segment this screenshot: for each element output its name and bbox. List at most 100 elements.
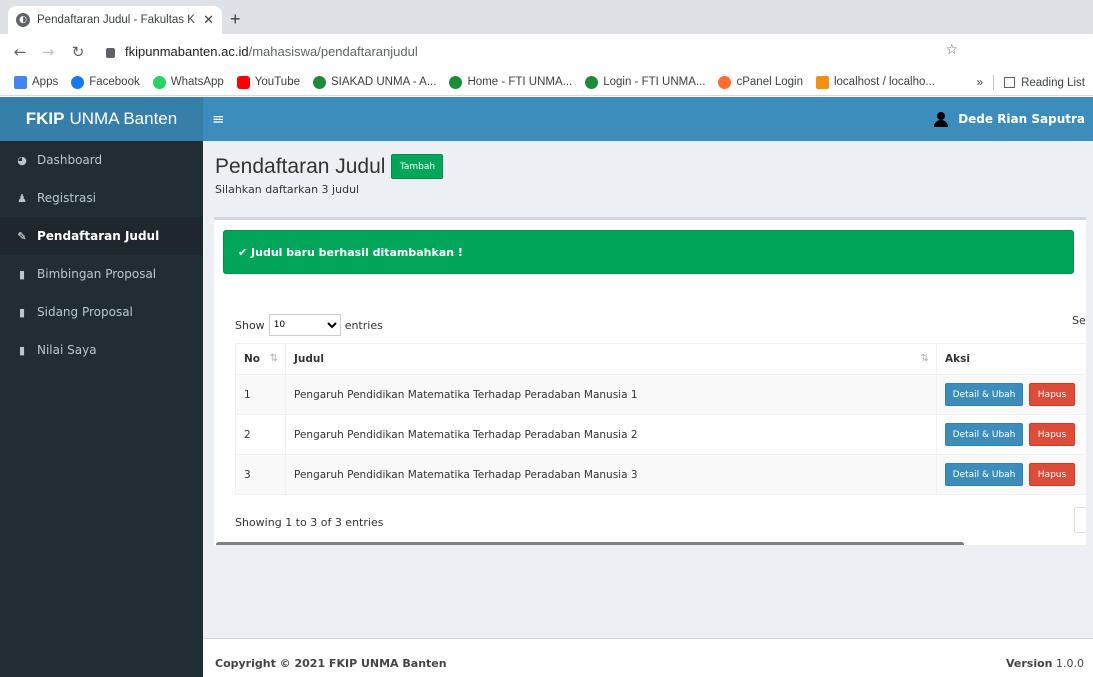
sidebar-item-registrasi[interactable]: ♟ Registrasi [0,179,203,217]
pagination[interactable] [1074,507,1086,533]
sort-icon: ⇅ [920,353,929,364]
cell-judul: Pengaruh Pendidikan Matematika Terhadap … [285,454,937,495]
cell-judul: Pengaruh Pendidikan Matematika Terhadap … [285,374,937,415]
youtube-icon [236,75,250,89]
detail-edit-button[interactable]: Detail & Ubah [945,383,1023,406]
delete-button[interactable]: Hapus [1029,383,1075,406]
close-icon[interactable]: ✕ [203,13,214,28]
lock-icon [106,47,115,58]
show-label: Show [235,318,265,332]
success-alert: ✔ Judul baru berhasil ditambahkan ! [223,230,1074,274]
dashboard-icon: ◕ [17,153,27,167]
sidebar-item-bimbingan-proposal[interactable]: ▮ Bimbingan Proposal [0,255,203,293]
address-bar[interactable]: fkipunmabanten.ac.id/mahasiswa/pendaftar… [100,39,962,64]
bookmark-fti-login[interactable]: Login - FTI UNMA... [585,75,705,89]
version-text: Version 1.0.0 [1005,657,1084,670]
bookmark-youtube[interactable]: YouTube [236,75,300,89]
content-box: ✔ Judul baru berhasil ditambahkan ! Show… [214,217,1086,545]
column-header-judul[interactable]: Judul ⇅ [285,343,937,375]
sort-asc-icon: ⇅ [269,353,278,364]
cell-no: 2 [235,414,286,455]
back-icon[interactable]: ← [8,43,32,61]
cell-aksi: Detail & Ubah Hapus [936,374,1086,415]
unma-logo-icon [449,75,463,89]
browser-tab[interactable]: ◐ Pendaftaran Judul - Fakultas K ✕ [8,6,222,34]
file-icon: ▮ [18,343,26,357]
judul-table: No ⇅ Judul ⇅ Aksi 1 Pengaruh Pendidikan Ma… [235,343,1086,495]
main-content: Pendaftaran Judul Tambah Silahkan daftar… [203,141,1093,638]
sidebar-item-nilai-saya[interactable]: ▮ Nilai Saya [0,331,203,369]
edit-icon: ✎ [17,229,27,243]
menu-toggle-icon[interactable]: ≡ [212,110,225,128]
table-row: 1 Pengaruh Pendidikan Matematika Terhada… [235,374,1086,415]
bookmark-localhost[interactable]: localhost / localho... [815,75,935,89]
cell-aksi: Detail & Ubah Hapus [936,414,1086,455]
apps-grid-icon [14,75,27,89]
bookmark-cpanel[interactable]: cPanel Login [718,75,803,89]
unma-logo-icon [585,75,599,89]
bookmark-facebook[interactable]: Facebook [71,75,140,89]
cell-no: 3 [235,454,286,495]
reading-list-icon [1004,77,1016,88]
cell-judul: Pengaruh Pendidikan Matematika Terhadap … [285,414,937,455]
reading-list-button[interactable]: Reading List [1021,77,1085,89]
globe-icon: ◐ [16,13,30,27]
url-text: fkipunmabanten.ac.id/mahasiswa/pendaftar… [125,44,418,59]
table-row: 2 Pengaruh Pendidikan Matematika Terhada… [235,414,1086,455]
bookmark-fti-home[interactable]: Home - FTI UNMA... [449,75,572,89]
delete-button[interactable]: Hapus [1029,463,1075,486]
bookmarks-bar: Apps Facebook WhatsApp YouTube SIAKAD UN… [0,69,1093,96]
bookmark-star-icon[interactable]: ☆ [945,42,958,58]
browser-tabstrip: ◐ Pendaftaran Judul - Fakultas K ✕ + [0,0,1093,34]
sidebar: ◕ Dashboard ♟ Registrasi ✎ Pendaftaran Judu… [0,141,203,677]
brand-logo[interactable]: FKIP UNMA Banten [0,97,203,141]
new-tab-icon[interactable]: + [230,9,241,30]
sidebar-item-dashboard[interactable]: ◕ Dashboard [0,141,203,179]
reload-icon[interactable]: ↻ [66,43,90,61]
top-navbar: FKIP UNMA Banten ≡ Dede Rian Saputra [0,97,1093,141]
divider [993,75,995,90]
sidebar-item-pendaftaran-judul[interactable]: ✎ Pendaftaran Judul [0,217,203,255]
page-length-control: Show 10 entries [235,314,383,336]
user-menu[interactable]: Dede Rian Saputra [934,97,1085,141]
bookmark-whatsapp[interactable]: WhatsApp [152,75,224,89]
detail-edit-button[interactable]: Detail & Ubah [945,463,1023,486]
entries-label: entries [344,318,383,332]
delete-button[interactable]: Hapus [1029,423,1075,446]
bookmarks-right: » Reading List [977,69,1085,96]
file-icon: ▮ [18,305,26,319]
add-button[interactable]: Tambah [391,154,444,179]
table-header-row: No ⇅ Judul ⇅ Aksi [235,343,1086,375]
column-header-no[interactable]: No ⇅ [235,343,286,375]
unma-logo-icon [313,75,326,89]
browser-toolbar: ← → ↻ fkipunmabanten.ac.id/mahasiswa/pen… [0,34,1093,94]
detail-edit-button[interactable]: Detail & Ubah [945,423,1023,446]
table-info: Showing 1 to 3 of 3 entries [235,516,384,529]
bookmark-siakad[interactable]: SIAKAD UNMA - A... [313,75,436,89]
cell-aksi: Detail & Ubah Hapus [936,454,1086,495]
page-subtitle: Silahkan daftarkan 3 judul [215,183,360,196]
user-name: Dede Rian Saputra [958,112,1085,126]
forward-icon[interactable]: → [36,43,60,61]
phpmyadmin-icon [815,75,829,89]
page-header: Pendaftaran Judul Tambah [215,154,444,179]
search-label: Search: [1072,314,1086,327]
tab-title: Pendaftaran Judul - Fakultas K [37,14,195,26]
file-icon: ▮ [18,267,26,281]
user-icon [934,112,949,127]
footer: Copyright © 2021 FKIP UNMA Banten Versio… [203,638,1093,677]
copyright-text: Copyright © 2021 FKIP UNMA Banten [215,657,447,670]
whatsapp-icon [152,75,166,89]
cell-no: 1 [235,374,286,415]
page-length-select[interactable]: 10 [268,314,341,336]
page-title: Pendaftaran Judul [215,154,386,178]
horizontal-scrollbar[interactable] [216,542,964,545]
column-header-aksi: Aksi [936,343,1086,375]
bookmarks-more-button[interactable]: » [977,77,983,89]
bookmark-apps[interactable]: Apps [14,75,58,89]
facebook-icon [71,75,85,89]
sidebar-item-sidang-proposal[interactable]: ▮ Sidang Proposal [0,293,203,331]
user-icon: ♟ [17,191,27,205]
cpanel-icon [718,75,732,89]
table-row: 3 Pengaruh Pendidikan Matematika Terhada… [235,454,1086,495]
